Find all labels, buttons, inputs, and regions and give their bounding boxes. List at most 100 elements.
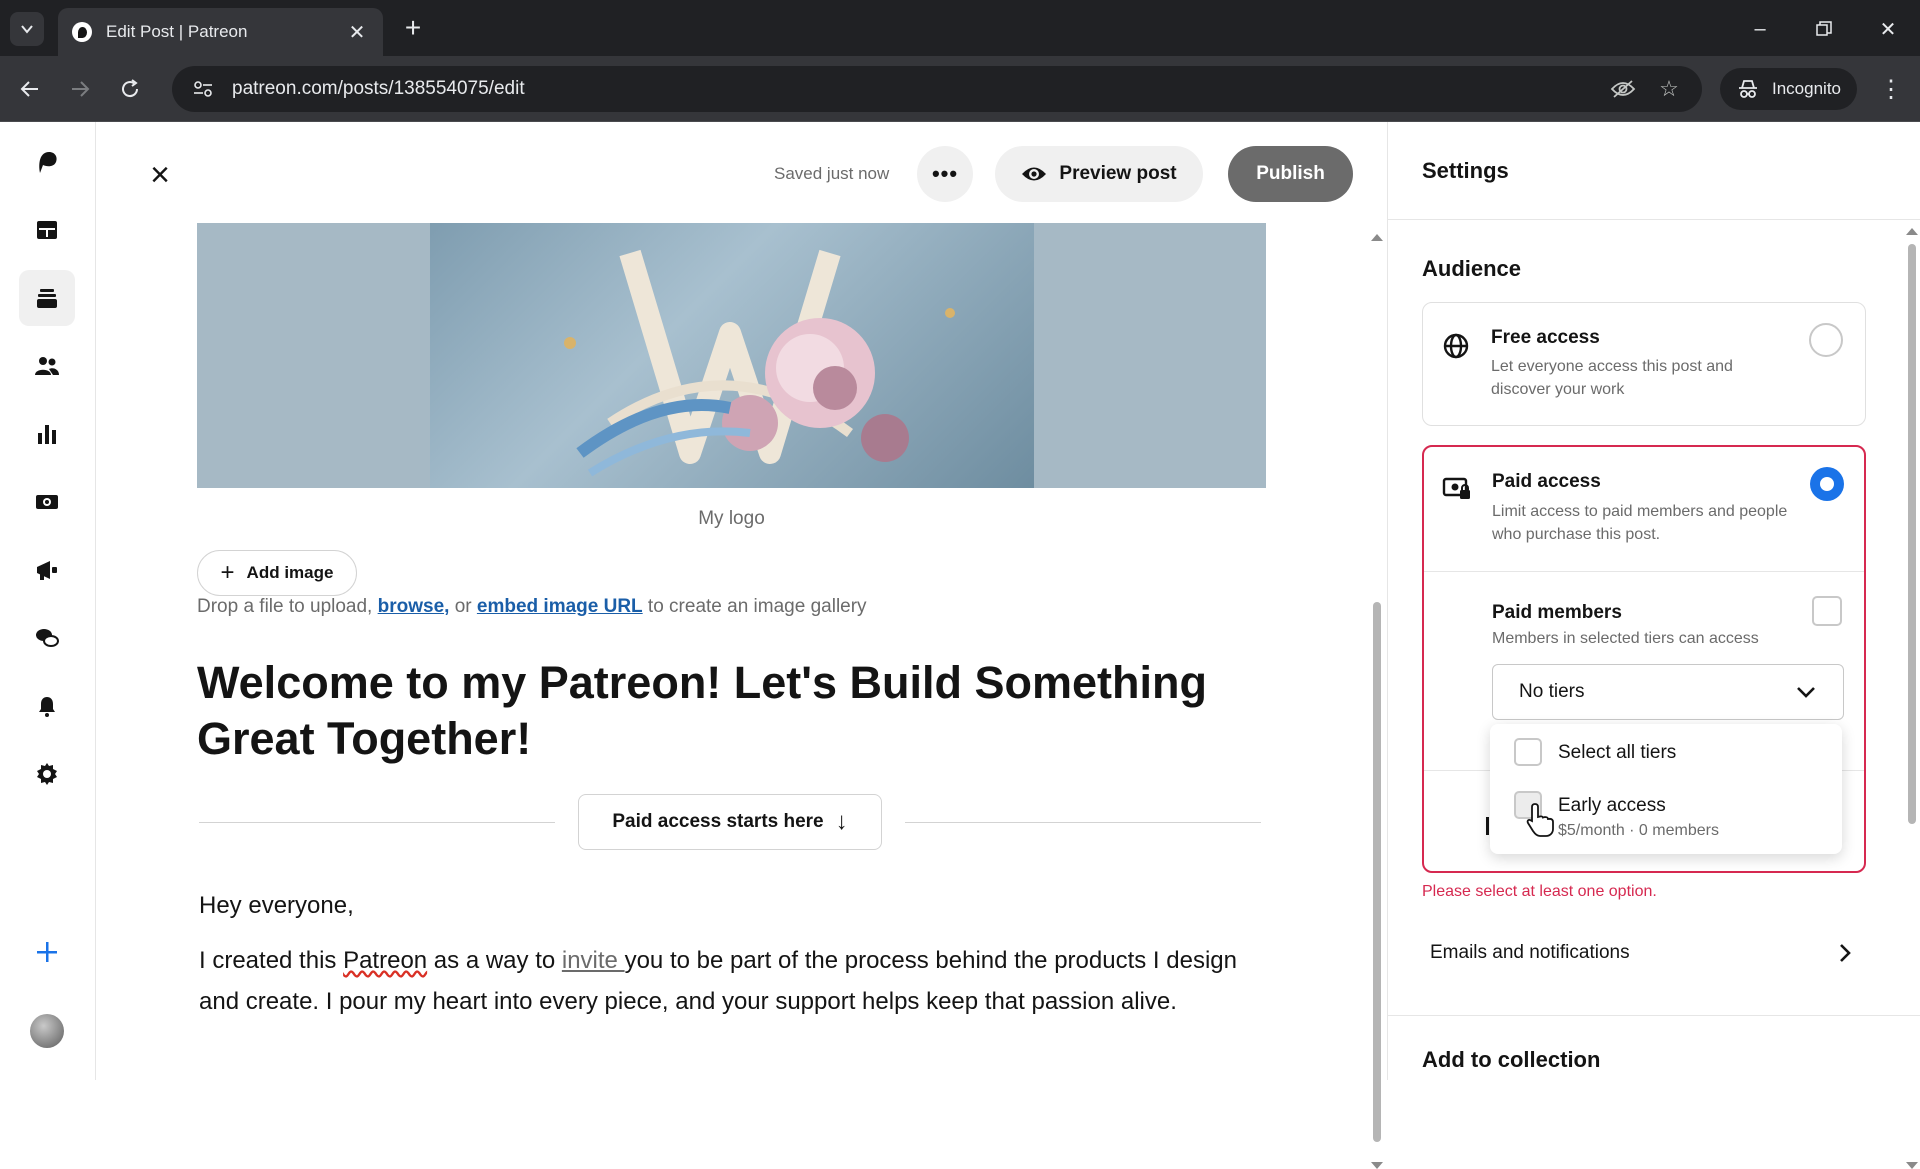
drop-hint: Drop a file to upload, browse, or embed … bbox=[197, 596, 867, 618]
notifications-bell-icon[interactable] bbox=[19, 678, 75, 734]
payouts-icon[interactable] bbox=[19, 474, 75, 530]
eye-icon bbox=[1022, 167, 1047, 181]
add-to-collection-heading: Add to collection bbox=[1422, 1047, 1601, 1072]
paid-members-title: Paid members bbox=[1492, 602, 1622, 623]
publish-button[interactable]: Publish bbox=[1228, 146, 1353, 202]
address-bar[interactable]: patreon.com/posts/138554075/edit ☆ bbox=[172, 66, 1702, 112]
tab-close-icon[interactable]: ✕ bbox=[345, 20, 369, 45]
chevron-down-icon bbox=[21, 25, 33, 34]
avatar[interactable] bbox=[30, 1014, 64, 1048]
post-body[interactable]: Hey everyone, I created this Patreon as … bbox=[199, 885, 1259, 1036]
dashboard-icon[interactable] bbox=[19, 202, 75, 258]
tier-select-dropdown[interactable]: No tiers bbox=[1492, 664, 1844, 720]
drop-hint-suffix: to create an image gallery bbox=[642, 596, 867, 617]
post-title[interactable]: Welcome to my Patreon! Let's Build Somet… bbox=[197, 655, 1257, 767]
restore-button[interactable] bbox=[1804, 14, 1844, 44]
paid-access-desc: Limit access to paid members and people … bbox=[1492, 503, 1788, 543]
image-caption[interactable]: My logo bbox=[197, 508, 1266, 530]
forward-button[interactable] bbox=[64, 73, 96, 105]
logo-artwork bbox=[430, 223, 1034, 488]
arrow-right-icon bbox=[72, 81, 90, 97]
greeting-paragraph: Hey everyone, bbox=[199, 892, 354, 919]
browser-menu-icon[interactable]: ⋮ bbox=[1876, 74, 1906, 104]
reload-icon bbox=[122, 79, 139, 98]
drop-hint-or: or bbox=[449, 596, 477, 617]
reload-button[interactable] bbox=[114, 73, 146, 105]
free-access-option[interactable]: Free access Let everyone access this pos… bbox=[1422, 302, 1866, 426]
minimize-button[interactable]: – bbox=[1740, 14, 1780, 44]
paid-divider-right bbox=[905, 822, 1261, 823]
browse-link[interactable]: browse, bbox=[378, 596, 450, 617]
intro-paragraph: I created this Patreon as a way to invit… bbox=[199, 940, 1259, 1022]
patreon-logo-icon[interactable] bbox=[19, 134, 75, 190]
paid-access-marker-label: Paid access starts here bbox=[612, 811, 824, 832]
add-image-label: Add image bbox=[246, 563, 334, 582]
creator-sidebar bbox=[0, 122, 96, 1080]
bookmark-star-icon[interactable]: ☆ bbox=[1654, 74, 1684, 104]
patreon-word: Patreon bbox=[343, 947, 428, 974]
new-tab-button[interactable]: + bbox=[398, 14, 428, 44]
create-plus-icon[interactable] bbox=[19, 924, 75, 980]
library-icon[interactable] bbox=[19, 270, 75, 326]
body-text-1: I created this bbox=[199, 947, 344, 974]
arrow-left-icon bbox=[20, 81, 38, 97]
incognito-indicator[interactable]: Incognito bbox=[1720, 68, 1857, 110]
header-image[interactable] bbox=[197, 223, 1266, 488]
emails-notifications-label: Emails and notifications bbox=[1430, 942, 1630, 963]
free-access-radio[interactable] bbox=[1809, 323, 1843, 357]
add-image-button[interactable]: + Add image bbox=[197, 550, 357, 596]
restore-icon bbox=[1816, 21, 1832, 36]
browser-tab[interactable]: Edit Post | Patreon ✕ bbox=[58, 8, 383, 56]
promotions-megaphone-icon[interactable] bbox=[19, 542, 75, 598]
close-editor-icon[interactable]: × bbox=[142, 156, 178, 194]
tier-detail: $5/month · 0 members bbox=[1558, 822, 1719, 839]
url-text[interactable]: patreon.com/posts/138554075/edit bbox=[232, 78, 1592, 100]
audience-icon[interactable] bbox=[19, 338, 75, 394]
eye-off-icon[interactable] bbox=[1608, 74, 1638, 104]
embed-image-url-link[interactable]: embed image URL bbox=[477, 596, 643, 617]
insights-icon[interactable] bbox=[19, 406, 75, 462]
preview-post-button[interactable]: Preview post bbox=[995, 146, 1203, 202]
free-access-desc: Let everyone access this post and discov… bbox=[1491, 358, 1733, 398]
select-all-tiers-label: Select all tiers bbox=[1558, 742, 1677, 763]
settings-scrollbar[interactable] bbox=[1903, 222, 1920, 1169]
chats-icon[interactable] bbox=[19, 610, 75, 666]
publish-label: Publish bbox=[1256, 163, 1325, 184]
tier-dropdown-menu: Select all tiers Early access $5/month ·… bbox=[1490, 724, 1842, 854]
post-editor: × Saved just now ••• Preview post Publis… bbox=[97, 122, 1387, 1169]
paid-members-checkbox[interactable] bbox=[1812, 596, 1842, 626]
save-status: Saved just now bbox=[774, 164, 890, 183]
more-options-button[interactable]: ••• bbox=[917, 146, 973, 202]
site-info-icon[interactable] bbox=[190, 76, 216, 102]
browser-tabstrip: Edit Post | Patreon ✕ + – ✕ bbox=[0, 0, 1920, 56]
tab-search-button[interactable] bbox=[10, 12, 44, 46]
tier-select-value: No tiers bbox=[1519, 681, 1585, 702]
editor-scrollbar[interactable] bbox=[1367, 222, 1387, 1169]
close-window-button[interactable]: ✕ bbox=[1868, 14, 1908, 44]
free-access-title: Free access bbox=[1491, 327, 1600, 348]
invite-link[interactable]: invite bbox=[562, 947, 625, 974]
paid-access-marker[interactable]: Paid access starts here ↓ bbox=[578, 794, 882, 850]
settings-title: Settings bbox=[1422, 158, 1509, 183]
settings-divider-2 bbox=[1388, 1015, 1920, 1016]
settings-divider bbox=[1388, 219, 1920, 220]
hand-cursor-icon bbox=[1526, 803, 1554, 837]
audience-error-message: Please select at least one option. bbox=[1422, 883, 1657, 900]
back-button[interactable] bbox=[14, 73, 46, 105]
paid-access-icon bbox=[1442, 477, 1470, 499]
paid-divider-left bbox=[199, 822, 555, 823]
audience-heading: Audience bbox=[1422, 256, 1522, 281]
emails-notifications-row[interactable]: Emails and notifications bbox=[1422, 922, 1866, 984]
incognito-icon bbox=[1739, 80, 1757, 98]
globe-icon bbox=[1443, 333, 1469, 359]
incognito-label: Incognito bbox=[1772, 79, 1841, 98]
drop-hint-prefix: Drop a file to upload, bbox=[197, 596, 378, 617]
settings-gear-icon[interactable] bbox=[19, 746, 75, 802]
plus-icon: + bbox=[220, 559, 235, 586]
tab-title: Edit Post | Patreon bbox=[106, 22, 248, 41]
select-all-tiers-checkbox[interactable] bbox=[1514, 738, 1542, 766]
paid-access-radio[interactable] bbox=[1810, 467, 1844, 501]
browser-toolbar: patreon.com/posts/138554075/edit ☆ Incog… bbox=[0, 56, 1920, 122]
more-options-label: ••• bbox=[931, 161, 959, 186]
paid-access-title: Paid access bbox=[1492, 471, 1601, 492]
